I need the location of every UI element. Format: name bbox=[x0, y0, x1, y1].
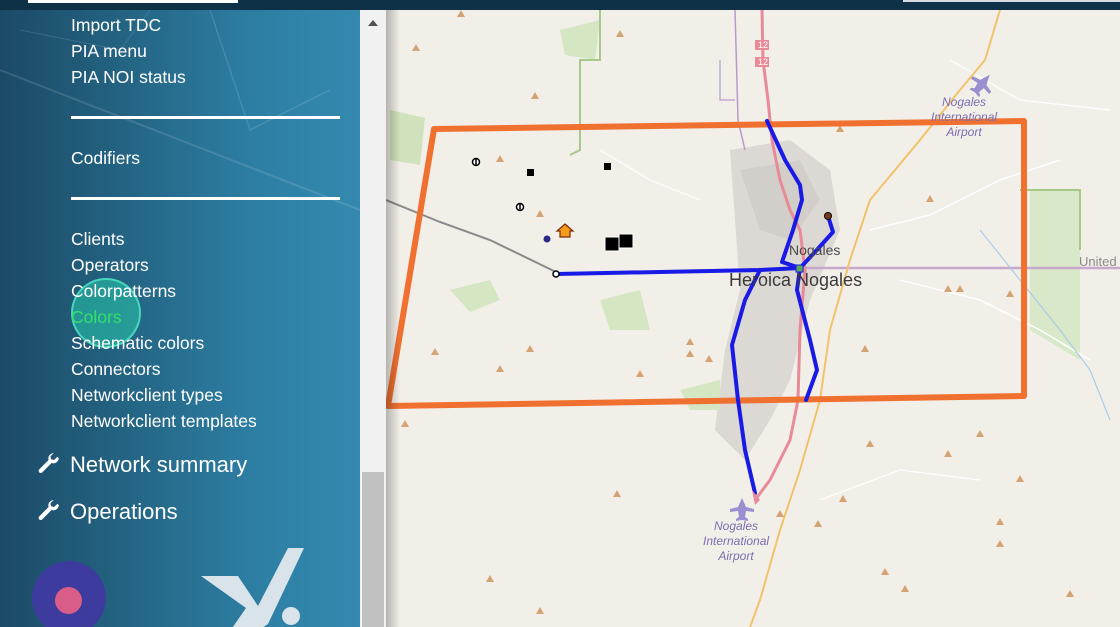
section-label: Operations bbox=[70, 499, 178, 524]
map-label-highway-12: 12 bbox=[758, 40, 769, 50]
menu-item-networkclient-templates[interactable]: Networkclient templates bbox=[71, 411, 257, 431]
active-tab-indicator bbox=[28, 0, 238, 3]
map-label-highway-12: 12 bbox=[758, 57, 769, 67]
map-label-united: United bbox=[1079, 254, 1117, 269]
wrench-icon bbox=[38, 453, 59, 474]
menu-item-codifiers[interactable]: Codifiers bbox=[71, 148, 140, 168]
sidebar-scrollbar[interactable] bbox=[360, 10, 386, 627]
menu-divider bbox=[71, 197, 340, 200]
sidebar: Import TDC PIA menu PIA NOI status Codif… bbox=[0, 10, 360, 627]
section-network-summary[interactable]: Network summary bbox=[36, 450, 247, 480]
top-bar bbox=[0, 0, 1120, 10]
map-view[interactable]: Nogales Heroica Nogales United 12 12 Nog… bbox=[386, 10, 1120, 627]
wrench-icon bbox=[38, 500, 59, 521]
menu-item-clients[interactable]: Clients bbox=[71, 229, 125, 249]
map-edge-shadow bbox=[386, 10, 400, 627]
menu-item-colorpatterns[interactable]: Colorpatterns bbox=[71, 281, 176, 301]
menu-item-pia-noi-status[interactable]: PIA NOI status bbox=[71, 67, 186, 87]
brand-x-logo bbox=[201, 548, 304, 627]
section-label: Network summary bbox=[70, 452, 248, 477]
scroll-thumb[interactable] bbox=[362, 472, 384, 627]
menu-item-pia-menu[interactable]: PIA menu bbox=[71, 41, 147, 61]
scroll-up-arrow-icon[interactable] bbox=[360, 10, 386, 36]
top-right-strip bbox=[903, 0, 1120, 2]
section-operations[interactable]: Operations bbox=[36, 497, 178, 527]
menu-item-operators[interactable]: Operators bbox=[71, 255, 149, 275]
map-label-nogales-us: Nogales bbox=[789, 242, 841, 258]
menu-item-colors[interactable]: Colors bbox=[71, 307, 122, 327]
brand-circle-logo bbox=[32, 561, 106, 627]
menu-item-schematic-colors[interactable]: Schematic colors bbox=[71, 333, 204, 353]
map-label-airport-north: Nogales International Airport bbox=[931, 95, 998, 139]
menu-divider bbox=[71, 116, 340, 119]
menu-item-connectors[interactable]: Connectors bbox=[71, 359, 161, 379]
menu-item-import-tdc[interactable]: Import TDC bbox=[71, 15, 161, 35]
map-label-airport-south: Nogales International Airport bbox=[703, 519, 770, 563]
map-label-heroica-nogales: Heroica Nogales bbox=[729, 270, 863, 290]
menu-item-networkclient-types[interactable]: Networkclient types bbox=[71, 385, 223, 405]
sidebar-ghost-map bbox=[0, 10, 360, 211]
